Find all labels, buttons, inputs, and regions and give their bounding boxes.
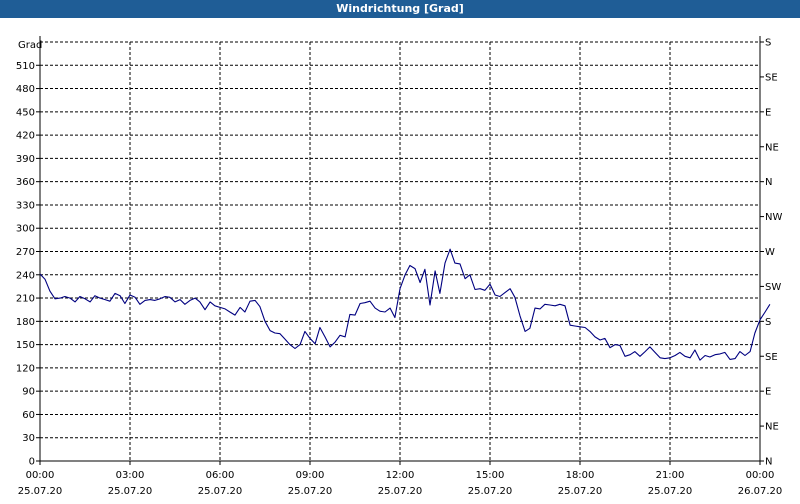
y-tick-label: 390 xyxy=(16,154,35,165)
x-tick-date: 25.07.20 xyxy=(108,486,153,497)
right-direction-label: S xyxy=(765,317,771,328)
x-tick-time: 09:00 xyxy=(296,470,325,481)
y-tick-label: 420 xyxy=(16,131,35,142)
y-tick-label: 510 xyxy=(16,61,35,72)
right-direction-label: SE xyxy=(765,72,778,83)
x-tick-time: 21:00 xyxy=(656,470,685,481)
y-tick-label: 450 xyxy=(16,107,35,118)
y-tick-label: 60 xyxy=(22,410,35,421)
y-tick-label: 480 xyxy=(16,84,35,95)
x-tick-time: 15:00 xyxy=(476,470,505,481)
x-tick-date: 26.07.20 xyxy=(738,486,783,497)
x-tick-date: 25.07.20 xyxy=(18,486,63,497)
x-tick-date: 25.07.20 xyxy=(288,486,333,497)
x-tick-date: 25.07.20 xyxy=(468,486,513,497)
x-tick-time: 00:00 xyxy=(746,470,775,481)
right-direction-label: N xyxy=(765,177,772,188)
x-tick-date: 25.07.20 xyxy=(378,486,423,497)
x-tick-date: 25.07.20 xyxy=(198,486,243,497)
right-direction-label: N xyxy=(765,457,772,468)
x-tick-time: 03:00 xyxy=(116,470,145,481)
y-tick-label: 330 xyxy=(16,200,35,211)
x-tick-date: 25.07.20 xyxy=(558,486,603,497)
chart-title: Windrichtung [Grad] xyxy=(0,0,800,18)
y-tick-label: 240 xyxy=(16,270,35,281)
right-direction-label: SE xyxy=(765,352,778,363)
x-tick-time: 00:00 xyxy=(26,470,55,481)
wind-direction-line xyxy=(39,248,771,361)
right-direction-label: W xyxy=(765,247,775,258)
y-tick-label: 150 xyxy=(16,340,35,351)
y-tick-label: 300 xyxy=(16,224,35,235)
right-direction-label: NE xyxy=(765,422,779,433)
right-direction-label: SW xyxy=(765,282,781,293)
y-tick-label: 30 xyxy=(22,433,35,444)
right-direction-label: NE xyxy=(765,142,779,153)
y-tick-label: 270 xyxy=(16,247,35,258)
right-direction-label: NW xyxy=(765,212,782,223)
y-tick-label: 360 xyxy=(16,177,35,188)
right-direction-label: E xyxy=(765,107,771,118)
x-tick-time: 12:00 xyxy=(386,470,415,481)
x-tick-date: 25.07.20 xyxy=(648,486,693,497)
x-tick-time: 06:00 xyxy=(206,470,235,481)
y-tick-label: 210 xyxy=(16,294,35,305)
wind-direction-chart: Grad 0 30 60 90 120 150 180 210 240 270 300 330 360 3… xyxy=(16,36,783,497)
chart-area: Grad 0 30 60 90 120 150 180 210 240 270 300 330 360 3… xyxy=(0,18,800,500)
y-tick-label: 180 xyxy=(16,317,35,328)
right-direction-label: S xyxy=(765,38,771,49)
y-tick-label: 90 xyxy=(22,387,35,398)
right-direction-label: E xyxy=(765,387,771,398)
x-tick-time: 18:00 xyxy=(566,470,595,481)
y-tick-label: 120 xyxy=(16,363,35,374)
y-axis-label: Grad xyxy=(18,40,42,51)
y-tick-label: 0 xyxy=(29,457,35,468)
